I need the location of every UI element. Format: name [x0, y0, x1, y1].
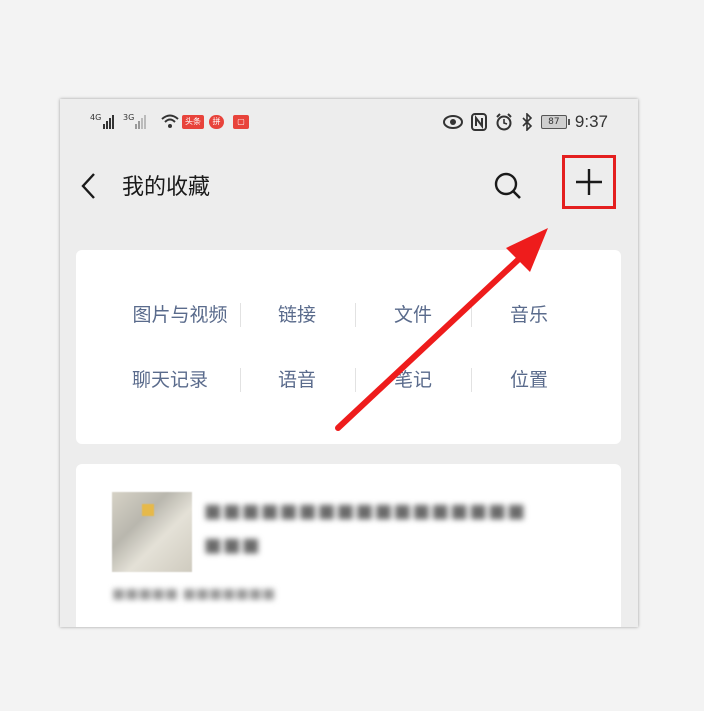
annotation-arrow — [335, 228, 548, 431]
